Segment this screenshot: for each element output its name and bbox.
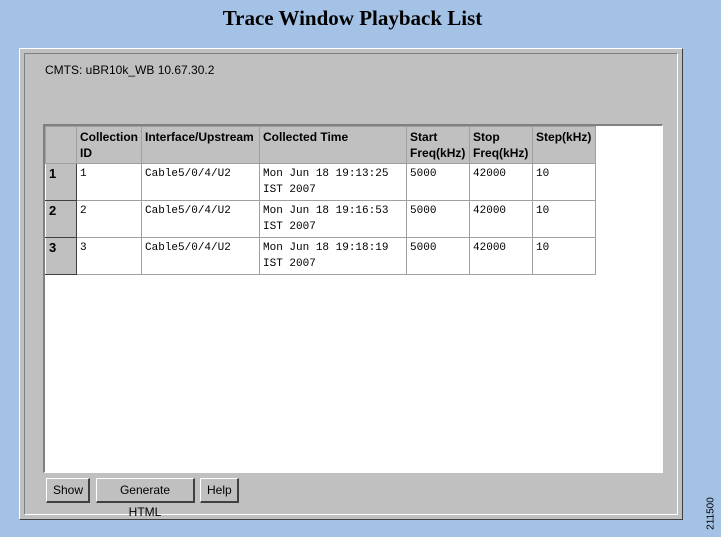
table-row[interactable]: 1 1 Cable5/0/4/U2 Mon Jun 18 19:13:25 IS… [45,163,597,201]
step-cell: 10 [532,163,597,201]
start-freq-cell: 5000 [406,200,471,238]
page-title: Trace Window Playback List [222,6,483,30]
trace-table-panel[interactable]: Collection ID Interface/Upstream Collect… [43,124,663,473]
start-freq-cell: 5000 [406,237,471,275]
column-header-collection-id[interactable]: Collection ID [75,126,143,164]
show-button[interactable]: Show [46,478,90,503]
column-header-collected-time[interactable]: Collected Time [259,126,408,164]
collection-id-cell: 2 [75,200,143,238]
cmts-label: CMTS: uBR10k_WB 10.67.30.2 [45,63,215,77]
row-number-cell[interactable]: 2 [45,200,77,238]
collection-id-cell: 1 [75,163,143,201]
trace-table: Collection ID Interface/Upstream Collect… [45,126,597,275]
stop-freq-cell: 42000 [469,163,534,201]
table-header-row: Collection ID Interface/Upstream Collect… [45,126,597,164]
collected-time-cell: Mon Jun 18 19:16:53 IST 2007 [259,200,408,238]
figure-id-label: 211500 [705,497,717,530]
table-row[interactable]: 2 2 Cable5/0/4/U2 Mon Jun 18 19:16:53 IS… [45,200,597,238]
interface-upstream-cell: Cable5/0/4/U2 [141,200,261,238]
generate-html-button[interactable]: Generate HTML [96,478,195,519]
column-header-start-freq[interactable]: Start Freq(kHz) [406,126,471,164]
collection-id-cell: 3 [75,237,143,275]
interface-upstream-cell: Cable5/0/4/U2 [141,237,261,275]
table-row[interactable]: 3 3 Cable5/0/4/U2 Mon Jun 18 19:18:19 IS… [45,237,597,275]
column-header-interface-upstream[interactable]: Interface/Upstream [141,126,261,164]
playback-list-window: CMTS: uBR10k_WB 10.67.30.2 Collection ID… [19,48,683,520]
stop-freq-cell: 42000 [469,200,534,238]
interface-upstream-cell: Cable5/0/4/U2 [141,163,261,201]
row-number-cell[interactable]: 3 [45,237,77,275]
step-cell: 10 [532,200,597,238]
column-header-step[interactable]: Step(kHz) [532,126,597,164]
collected-time-cell: Mon Jun 18 19:13:25 IST 2007 [259,163,408,201]
header-corner [45,126,77,164]
start-freq-cell: 5000 [406,163,471,201]
stop-freq-cell: 42000 [469,237,534,275]
column-header-stop-freq[interactable]: Stop Freq(kHz) [469,126,534,164]
row-number-cell[interactable]: 1 [45,163,77,201]
collected-time-cell: Mon Jun 18 19:18:19 IST 2007 [259,237,408,275]
step-cell: 10 [532,237,597,275]
help-button[interactable]: Help [200,478,239,503]
